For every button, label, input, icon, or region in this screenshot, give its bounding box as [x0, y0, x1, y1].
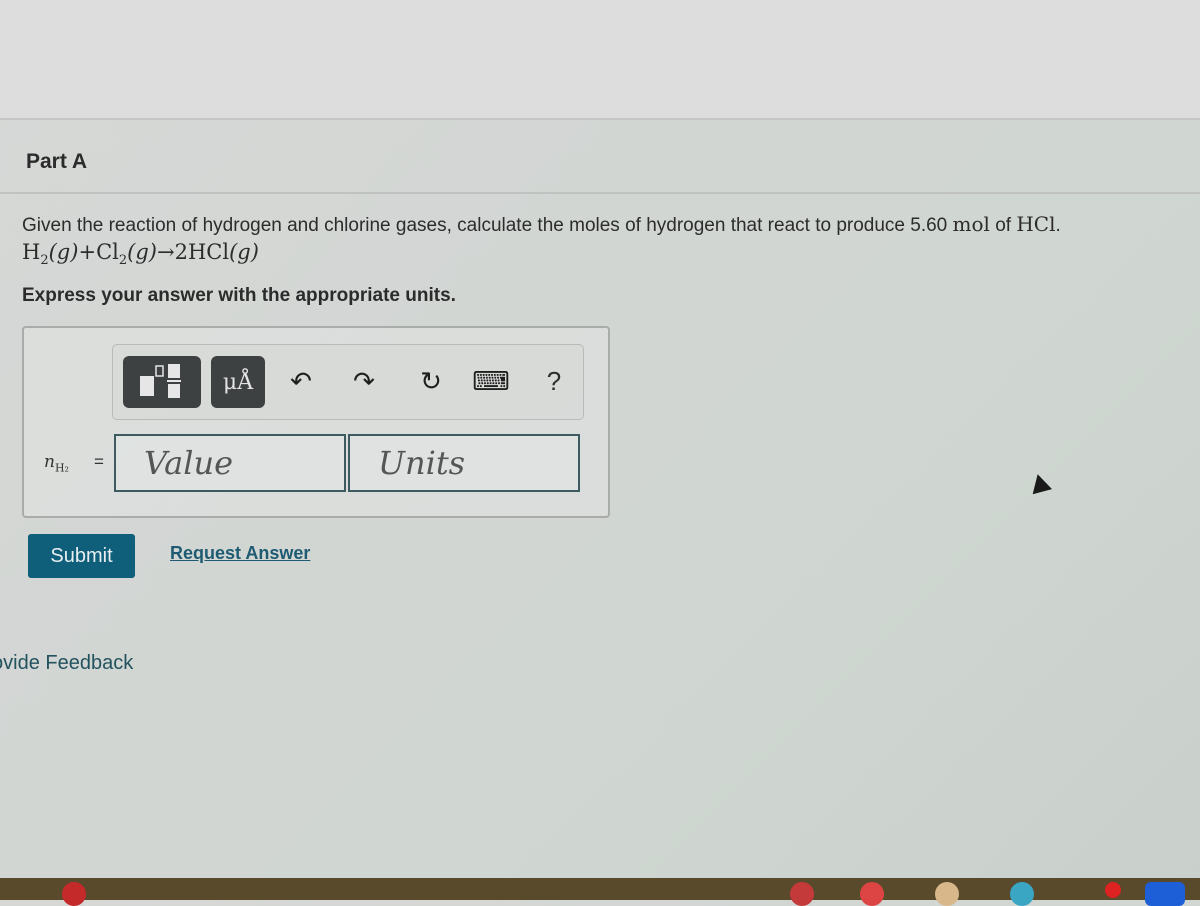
product: 2HCl	[174, 240, 230, 264]
templates-button[interactable]	[123, 356, 201, 408]
question-text: Given the reaction of hydrogen and chlor…	[22, 212, 1061, 237]
units-input[interactable]: Units	[348, 434, 580, 492]
question-unit: mol	[952, 212, 990, 236]
mouse-cursor-icon	[1028, 471, 1052, 495]
reset-icon[interactable]: ↻	[413, 363, 449, 399]
variable-symbol: n	[44, 452, 55, 472]
divider	[0, 118, 1200, 120]
dock-app-icon[interactable]	[1010, 882, 1034, 906]
product-state: (g)	[229, 240, 259, 264]
reactant-2-subscript: 2	[118, 253, 128, 269]
top-band	[0, 0, 1200, 118]
dock-app-icon[interactable]	[790, 882, 814, 906]
dock-app-icon[interactable]	[860, 882, 884, 906]
undo-icon[interactable]: ↶	[283, 363, 319, 399]
provide-feedback-link[interactable]: ovide Feedback	[0, 652, 133, 675]
reactant-1: H	[22, 240, 41, 264]
question-prefix: Given the reaction of hydrogen and chlor…	[22, 215, 953, 236]
math-toolbar: μÅ ↶ ↷ ↻ ⌨ ?	[112, 344, 584, 420]
units-button[interactable]: μÅ	[211, 356, 265, 408]
reactant-1-subscript: 2	[40, 253, 49, 269]
redo-icon[interactable]: ↷	[346, 363, 382, 399]
reactant-1-state: (g)	[48, 240, 79, 264]
notification-badge	[1105, 882, 1121, 898]
request-answer-link[interactable]: Request Answer	[170, 543, 310, 564]
plus-sign: +	[78, 240, 97, 264]
chemical-equation: H2(g)+Cl2(g)→2HCl(g)	[22, 240, 259, 268]
templates-icon	[140, 364, 181, 398]
equals-sign: =	[94, 452, 104, 471]
part-title: Part A	[26, 150, 88, 173]
dock-app-icon[interactable]	[935, 882, 959, 906]
submit-button[interactable]: Submit	[28, 534, 135, 578]
reactant-2: Cl	[96, 240, 119, 264]
variable-label: nH₂	[44, 452, 69, 474]
divider	[0, 192, 1200, 194]
dock-app-icon[interactable]	[62, 882, 86, 906]
variable-subscript: H₂	[54, 461, 69, 475]
reaction-arrow: →	[156, 240, 175, 264]
dock-app-icon[interactable]	[1145, 882, 1185, 906]
keyboard-icon[interactable]: ⌨	[472, 363, 510, 399]
instruction-text: Express your answer with the appropriate…	[22, 285, 456, 306]
question-mid: of	[989, 215, 1017, 236]
question-suffix: .	[1055, 215, 1061, 236]
question-compound: HCl	[1016, 212, 1056, 236]
help-icon[interactable]: ?	[536, 363, 572, 399]
reactant-2-state: (g)	[127, 240, 157, 264]
value-input[interactable]: Value	[114, 434, 346, 492]
